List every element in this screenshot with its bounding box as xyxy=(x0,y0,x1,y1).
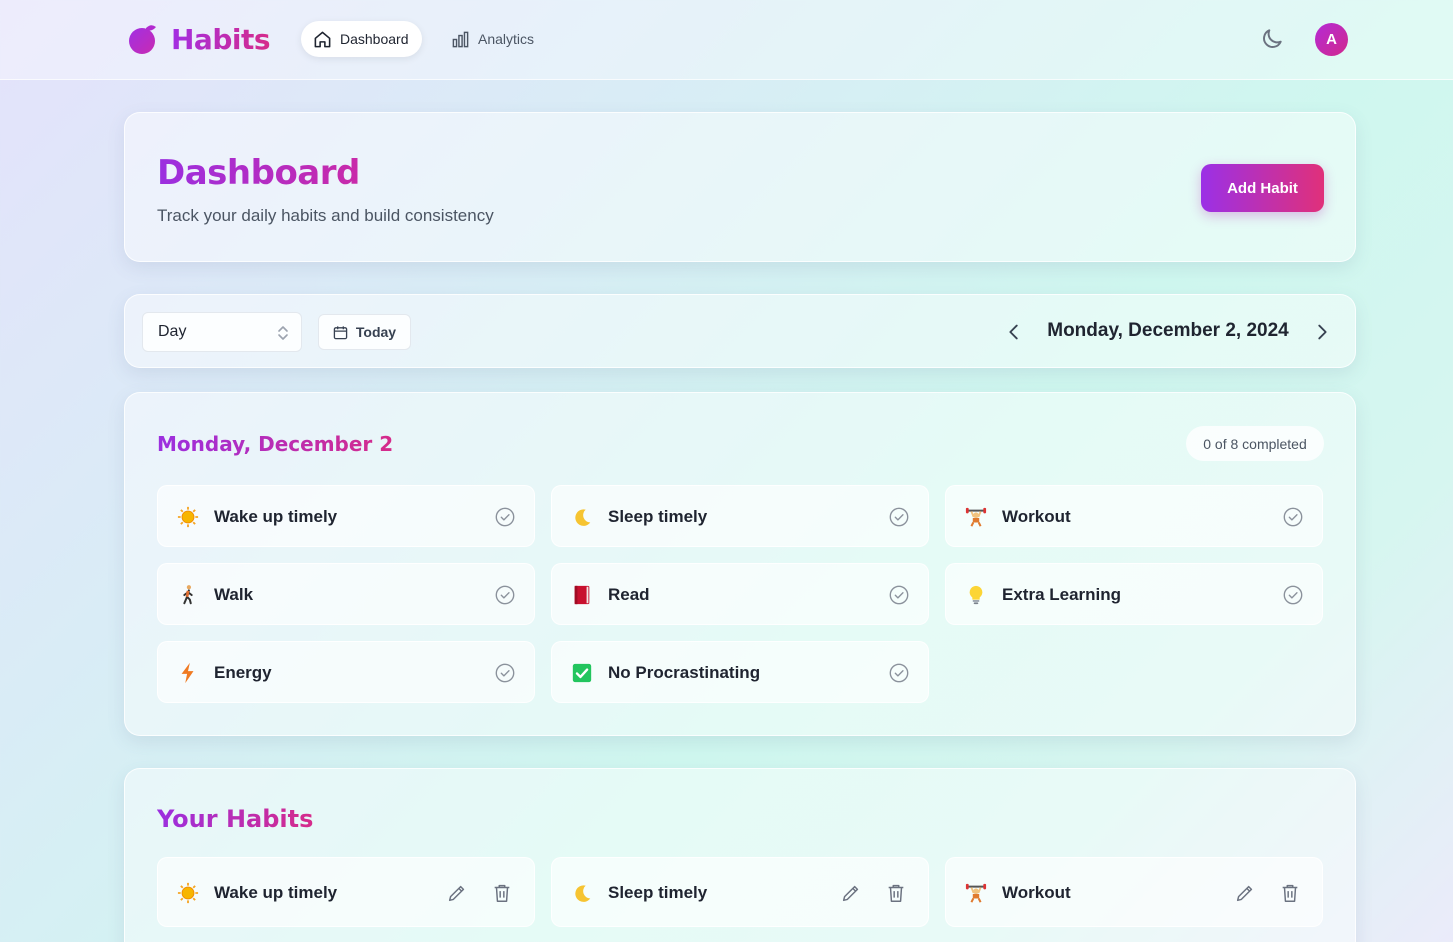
weightlifter-icon xyxy=(964,505,988,529)
lightbulb-icon xyxy=(964,583,988,607)
habit-name: Read xyxy=(608,585,650,604)
habit-list-item: Workout xyxy=(945,857,1323,927)
today-button-label: Today xyxy=(355,324,397,340)
pencil-icon[interactable] xyxy=(1234,882,1256,904)
habit-list-item: Wake up timely xyxy=(157,857,535,927)
nav-dashboard[interactable]: Dashboard xyxy=(301,21,422,57)
walking-person-icon xyxy=(176,583,200,607)
weightlifter-icon xyxy=(964,881,988,905)
book-icon xyxy=(570,583,594,607)
check-circle-icon[interactable] xyxy=(494,662,516,684)
add-habit-button[interactable]: Add Habit xyxy=(1201,164,1324,212)
user-avatar[interactable]: A xyxy=(1315,23,1348,56)
chevron-right-icon[interactable] xyxy=(1311,321,1333,343)
habit-tile[interactable]: No Procrastinating xyxy=(551,641,929,703)
habit-tile[interactable]: Workout xyxy=(945,485,1323,547)
check-circle-icon[interactable] xyxy=(494,506,516,528)
nav-analytics-label: Analytics xyxy=(478,31,535,47)
your-habits-card: Your Habits Wake up timely Sleep timely … xyxy=(124,768,1356,942)
page-subtitle: Track your daily habits and build consis… xyxy=(157,206,494,225)
moon-icon xyxy=(570,505,594,529)
check-circle-icon[interactable] xyxy=(494,584,516,606)
your-habits-title: Your Habits xyxy=(157,805,314,833)
habit-name: Wake up timely xyxy=(214,883,338,902)
check-circle-icon[interactable] xyxy=(1282,584,1304,606)
sun-icon xyxy=(176,505,200,529)
sun-icon xyxy=(176,881,200,905)
nav-analytics[interactable]: Analytics xyxy=(439,21,549,57)
dashboard-header-card: Dashboard Track your daily habits and bu… xyxy=(124,112,1356,262)
habit-tile[interactable]: Extra Learning xyxy=(945,563,1323,625)
habit-name: Workout xyxy=(1002,507,1071,526)
completed-count-badge: 0 of 8 completed xyxy=(1186,426,1324,461)
app-name: Habits xyxy=(171,22,271,56)
habit-name: Sleep timely xyxy=(608,507,708,526)
view-mode-value: Day xyxy=(158,323,187,340)
moon-icon xyxy=(570,881,594,905)
apple-logo-icon xyxy=(129,25,156,54)
calendar-icon xyxy=(333,325,348,339)
page-title: Dashboard xyxy=(157,153,360,193)
habit-tile[interactable]: Sleep timely xyxy=(551,485,929,547)
current-date: Monday, December 2, 2024 xyxy=(1047,320,1289,341)
bar-chart-icon xyxy=(452,31,469,47)
check-circle-icon[interactable] xyxy=(888,662,910,684)
habit-tile[interactable]: Read xyxy=(551,563,929,625)
today-button[interactable]: Today xyxy=(318,314,411,350)
home-icon xyxy=(314,31,331,47)
habit-name: Energy xyxy=(214,663,272,682)
trash-icon[interactable] xyxy=(1279,882,1301,904)
habit-name: No Procrastinating xyxy=(608,663,761,682)
check-circle-icon[interactable] xyxy=(888,584,910,606)
chevron-up-down-icon xyxy=(278,326,288,340)
lightning-icon xyxy=(176,661,200,685)
habit-tile[interactable]: Wake up timely xyxy=(157,485,535,547)
habit-tile[interactable]: Energy xyxy=(157,641,535,703)
trash-icon[interactable] xyxy=(885,882,907,904)
moon-icon[interactable] xyxy=(1259,26,1285,52)
habit-name: Extra Learning xyxy=(1002,585,1122,604)
app-logo[interactable]: Habits xyxy=(127,22,271,56)
view-mode-select[interactable]: Day xyxy=(142,312,302,352)
top-navigation-bar: Habits Dashboard Analytics A xyxy=(0,0,1453,80)
check-circle-icon[interactable] xyxy=(888,506,910,528)
day-title: Monday, December 2 xyxy=(157,432,394,456)
pencil-icon[interactable] xyxy=(446,882,468,904)
habit-list-item: Sleep timely xyxy=(551,857,929,927)
habit-name: Sleep timely xyxy=(608,883,708,902)
check-circle-icon[interactable] xyxy=(1282,506,1304,528)
habit-name: Workout xyxy=(1002,883,1071,902)
nav-dashboard-label: Dashboard xyxy=(340,31,409,47)
habit-name: Walk xyxy=(214,585,254,604)
chevron-left-icon[interactable] xyxy=(1003,321,1025,343)
trash-icon[interactable] xyxy=(491,882,513,904)
daily-habits-card: Monday, December 2 0 of 8 completed Wake… xyxy=(124,392,1356,736)
habit-tile[interactable]: Walk xyxy=(157,563,535,625)
check-box-icon xyxy=(570,661,594,685)
pencil-icon[interactable] xyxy=(840,882,862,904)
habit-name: Wake up timely xyxy=(214,507,338,526)
date-toolbar: Day Today Monday, December 2, 2024 xyxy=(124,294,1356,368)
